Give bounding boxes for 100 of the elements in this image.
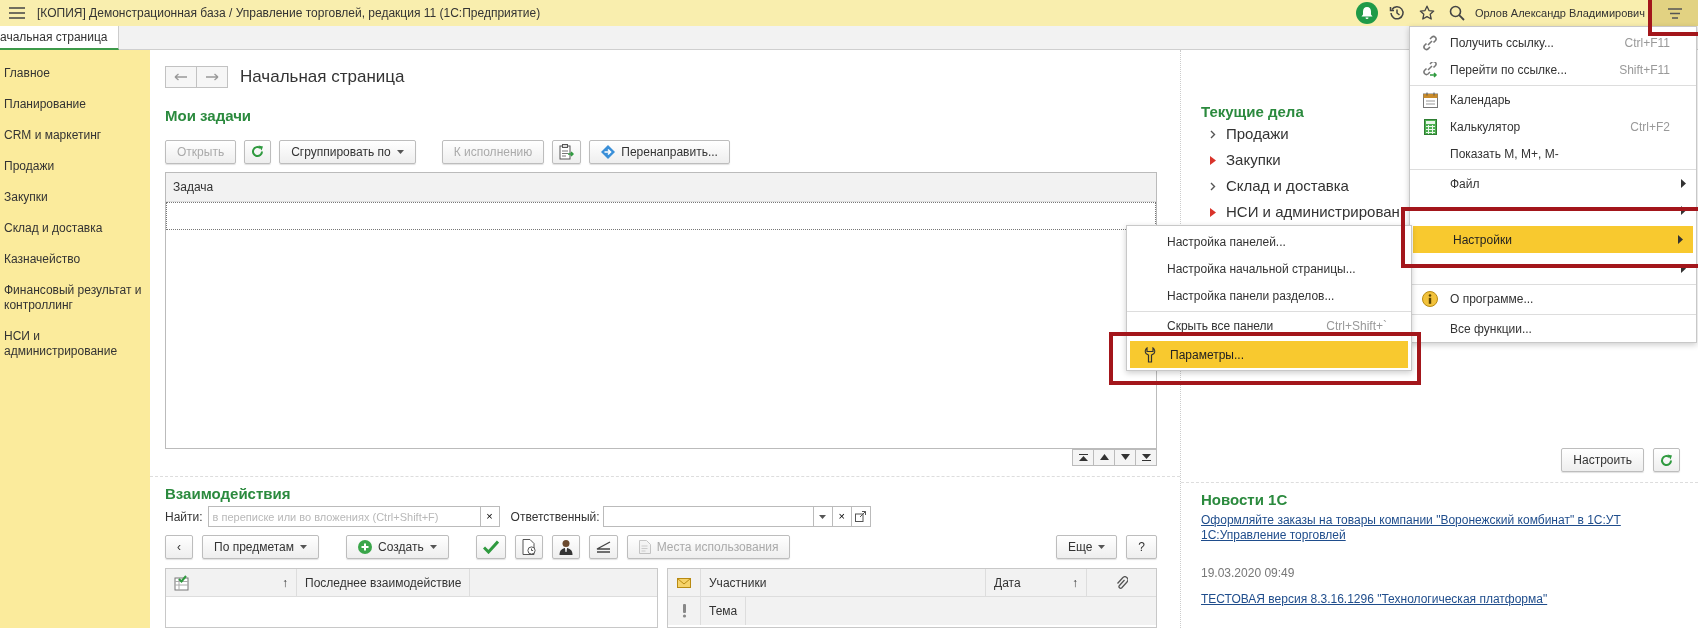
search-button[interactable] bbox=[1448, 5, 1465, 21]
contact-button[interactable] bbox=[551, 535, 580, 559]
shortcut: Ctrl+F11 bbox=[1624, 34, 1670, 52]
sidebar-item[interactable]: Закупки bbox=[0, 182, 146, 213]
up-arrow-icon bbox=[1099, 454, 1109, 460]
menu-item[interactable]: Получить ссылку... Ctrl+F11 bbox=[1410, 29, 1696, 56]
column-header[interactable]: Последнее взаимодействие bbox=[297, 568, 471, 597]
user-name[interactable]: Орлов Александр Владимирович bbox=[1474, 4, 1645, 22]
angle-icon bbox=[595, 541, 611, 553]
field-label: Ответственный: bbox=[510, 508, 600, 526]
angle-button[interactable] bbox=[588, 535, 618, 559]
help-button[interactable]: ? bbox=[1126, 535, 1157, 559]
sidebar-item[interactable]: Планирование bbox=[0, 89, 146, 120]
complete-button[interactable] bbox=[475, 535, 506, 559]
responsible-field[interactable] bbox=[602, 506, 814, 527]
more-button[interactable]: Еще bbox=[1055, 535, 1118, 559]
menu-item[interactable]: Перейти по ссылке... Shift+F11 bbox=[1410, 56, 1696, 83]
menu-label: Скрыть все панели bbox=[1167, 317, 1274, 335]
caret-icon bbox=[819, 514, 827, 519]
right-arrow-icon bbox=[205, 72, 219, 81]
window-title: [КОПИЯ] Демонстрационная база / Управление торговлей, редакция 11 (1С:Предприятие) bbox=[37, 5, 541, 22]
section-link[interactable]: Закупки bbox=[1226, 147, 1281, 173]
menu-item[interactable]: О программе... bbox=[1410, 285, 1696, 312]
field-label: Найти: bbox=[165, 508, 203, 526]
sidebar-item[interactable]: Продажи bbox=[0, 151, 146, 182]
history-icon bbox=[1388, 5, 1405, 21]
section-title: Текущие дела bbox=[1201, 103, 1305, 121]
menu-label: Настройка панелей... bbox=[1167, 233, 1286, 251]
tab[interactable]: ачальная страница bbox=[0, 26, 119, 50]
open-icon bbox=[855, 511, 867, 522]
news-link[interactable]: Оформляйте заказы на товары компании "Воронежский комбинат" в 1С:УТ bbox=[1201, 513, 1621, 528]
shortcut: Ctrl+F2 bbox=[1630, 118, 1670, 136]
favorites-button[interactable] bbox=[1418, 5, 1435, 21]
plus-icon bbox=[358, 540, 373, 554]
column-header[interactable]: Дата ↑ bbox=[986, 568, 1087, 597]
sidebar-item[interactable]: CRM и маркетинг bbox=[0, 120, 146, 151]
sort-mark: ↑ bbox=[282, 574, 288, 592]
caret-icon bbox=[300, 545, 308, 549]
menu-item[interactable]: Настройка панелей... bbox=[1127, 228, 1411, 255]
caret-icon bbox=[429, 545, 437, 549]
sidebar-item[interactable]: НСИ и администрирование bbox=[0, 321, 146, 367]
news-link[interactable]: ТЕСТОВАЯ версия 8.3.16.1296 "Технологическая платформа" bbox=[1201, 592, 1548, 607]
menu-label: Показать М, М+, М- bbox=[1450, 145, 1559, 163]
redirect-button[interactable]: Перенаправить... bbox=[589, 139, 730, 164]
calculator-icon bbox=[1423, 118, 1437, 135]
sort-mark: ↑ bbox=[1072, 574, 1078, 592]
search-field[interactable]: в переписке или во вложениях (Ctrl+Shift+F) bbox=[207, 506, 481, 527]
document-button[interactable] bbox=[514, 535, 543, 559]
sidebar-item[interactable]: Главное bbox=[0, 58, 146, 89]
notifications-button[interactable] bbox=[1355, 2, 1378, 24]
search-icon bbox=[1448, 5, 1465, 21]
menu-item[interactable]: Настройка начальной страницы... bbox=[1127, 255, 1411, 282]
column-header[interactable]: ↑ bbox=[166, 568, 297, 597]
wrench-icon bbox=[1144, 346, 1156, 363]
menu-button[interactable] bbox=[9, 7, 25, 19]
sidebar-item[interactable]: Казначейство bbox=[0, 244, 146, 275]
star-icon bbox=[1418, 5, 1435, 21]
menu-item[interactable]: Все функции... bbox=[1410, 315, 1696, 342]
menu-item[interactable]: Календарь bbox=[1410, 86, 1696, 113]
section-link[interactable]: Продажи bbox=[1226, 121, 1289, 147]
menu-item[interactable]: Параметры... bbox=[1130, 341, 1408, 368]
page-title: Начальная страница bbox=[240, 66, 405, 88]
main-menu-button[interactable] bbox=[1652, 0, 1698, 26]
news-link[interactable]: 1С:Управление торговлей bbox=[1201, 528, 1346, 543]
column-header[interactable]: Задача bbox=[173, 179, 214, 194]
menu-label: Календарь bbox=[1450, 91, 1511, 109]
group-by-dropdown[interactable]: Сгруппировать по bbox=[279, 139, 416, 164]
history-button[interactable] bbox=[1388, 5, 1405, 21]
by-subjects-dropdown[interactable]: По предметам bbox=[202, 535, 320, 559]
create-button[interactable]: Создать bbox=[346, 535, 449, 559]
highlight-frame bbox=[1648, 0, 1698, 36]
menu-label: О программе... bbox=[1450, 290, 1534, 308]
refresh-button[interactable] bbox=[1653, 448, 1680, 472]
sidebar-item[interactable]: Финансовый результат и контроллинг bbox=[0, 275, 146, 321]
document-clock-icon bbox=[521, 539, 536, 555]
section-link[interactable]: Склад и доставка bbox=[1226, 173, 1349, 199]
setup-button[interactable]: Настроить bbox=[1561, 448, 1644, 472]
sidebar-item[interactable]: Склад и доставка bbox=[0, 213, 146, 244]
table-check-icon bbox=[174, 574, 190, 591]
column-header[interactable]: Тема bbox=[701, 597, 747, 625]
menu-item[interactable]: Показать М, М+, М- bbox=[1410, 140, 1696, 167]
paperclip-icon bbox=[1115, 575, 1128, 590]
caret-icon bbox=[396, 149, 404, 154]
diamond-arrow-icon bbox=[601, 144, 616, 159]
refresh-icon bbox=[251, 145, 265, 158]
menu-item[interactable]: Настройка панели разделов... bbox=[1127, 282, 1411, 309]
down-arrow-icon bbox=[1120, 454, 1130, 460]
menu-label: Все функции... bbox=[1450, 320, 1532, 338]
column-header[interactable]: Участники bbox=[701, 568, 986, 597]
top-arrow-icon bbox=[1078, 453, 1088, 461]
link-icon bbox=[1422, 34, 1438, 51]
menu-item[interactable]: Настройки bbox=[1413, 226, 1693, 253]
back-button[interactable]: ‹ bbox=[165, 535, 193, 559]
menu-label: Калькулятор bbox=[1450, 118, 1521, 136]
refresh-button[interactable] bbox=[244, 139, 272, 164]
export-button[interactable] bbox=[552, 139, 582, 164]
menu-item[interactable]: Калькулятор Ctrl+F2 bbox=[1410, 113, 1696, 140]
envelope-icon bbox=[677, 577, 691, 588]
menu-item[interactable]: Файл bbox=[1410, 170, 1696, 197]
section-link[interactable]: НСИ и администрирован bbox=[1226, 199, 1400, 225]
